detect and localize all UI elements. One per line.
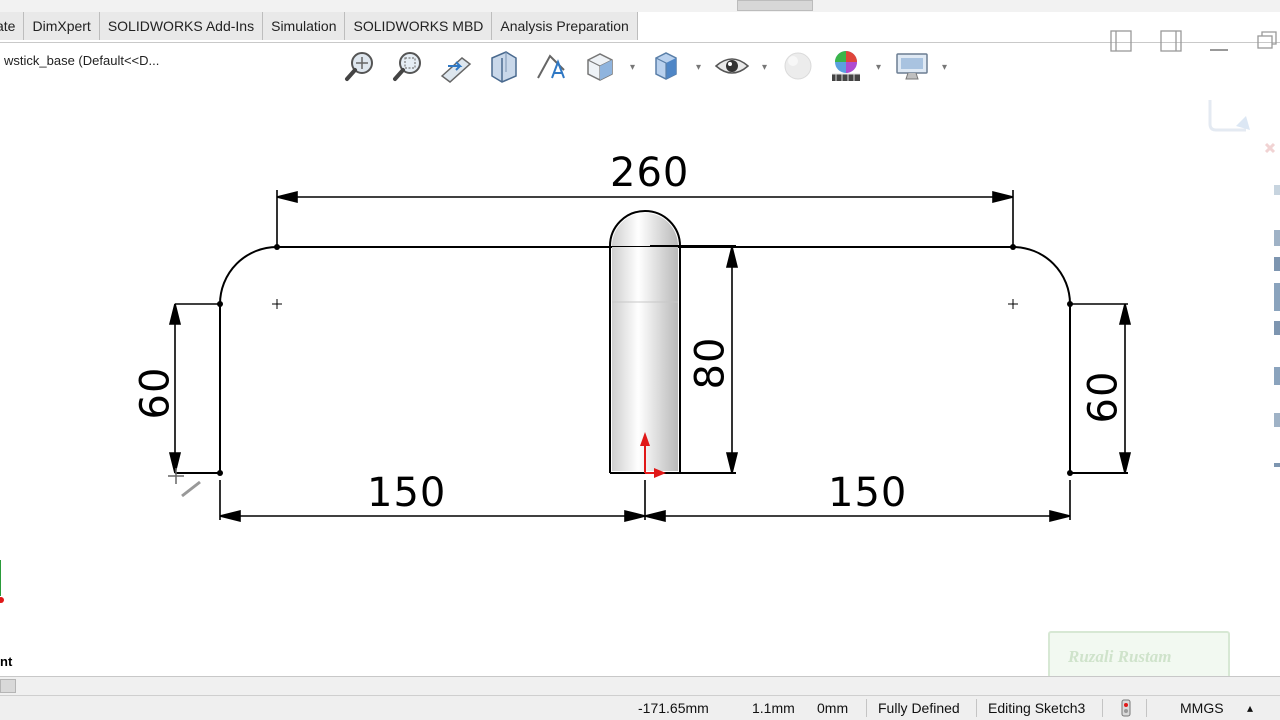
status-x-coordinate: -171.65mm [638,700,709,716]
view-orientation-icon[interactable] [582,48,618,84]
tab-simulation[interactable]: Simulation [263,12,346,40]
watermark-text: Ruzali Rustam [1068,647,1172,666]
dimension-left-height[interactable]: 60 [132,367,178,420]
section-view-icon[interactable] [486,48,522,84]
dimension-overall-width[interactable]: 260 [610,150,689,196]
view-settings-icon[interactable] [894,48,930,84]
restore-icon[interactable] [1252,28,1278,54]
dimension-right-width[interactable]: 150 [828,470,907,516]
status-editing-sketch: Editing Sketch3 [988,700,1086,716]
scrollbar-thumb[interactable] [0,679,16,693]
status-separator [1102,699,1103,717]
zoom-to-area-icon[interactable] [390,48,426,84]
status-units[interactable]: MMGS [1180,700,1224,716]
status-separator [866,699,867,717]
display-style-icon[interactable] [648,48,684,84]
title-strip [0,0,1280,12]
status-sketch-state: Fully Defined [878,700,960,716]
dynamic-annotation-icon[interactable] [534,48,570,84]
tab-solidworks-mbd[interactable]: SOLIDWORKS MBD [345,12,493,40]
tab-dimxpert[interactable]: DimXpert [24,12,100,40]
dimension-right-height[interactable]: 60 [1080,371,1126,424]
status-separator [976,699,977,717]
rebuild-status-icon[interactable] [1119,699,1133,717]
hide-show-caret-icon[interactable]: ▾ [762,62,767,73]
tab-analysis-preparation[interactable]: Analysis Preparation [492,12,638,40]
view-orientation-caret-icon[interactable]: ▾ [630,62,635,73]
document-title: wstick_base (Default<<D... [4,53,160,68]
units-caret-icon[interactable]: ▴ [1247,701,1253,715]
tile-right-icon[interactable] [1158,28,1184,54]
display-style-caret-icon[interactable]: ▾ [696,62,701,73]
status-z-coordinate: 0mm [817,700,849,716]
tab-evaluate[interactable]: ate [0,12,25,40]
tab-solidworks-addins[interactable]: SOLIDWORKS Add-Ins [99,12,264,40]
status-separator [1146,699,1147,717]
apply-scene-icon[interactable] [828,48,864,84]
edit-appearance-icon[interactable] [780,48,816,84]
hide-show-icon[interactable] [714,48,750,84]
status-bar: -171.65mm 1.1mm 0mm Fully Defined Editin… [0,695,1280,720]
zoom-to-fit-icon[interactable] [342,48,378,84]
watermark: Ruzali Rustam [1048,631,1230,679]
view-settings-caret-icon[interactable]: ▾ [942,62,947,73]
command-manager-tabbar: ate DimXpert SOLIDWORKS Add-Ins Simulati… [0,0,1280,43]
previous-view-icon[interactable] [438,48,474,84]
tile-left-icon[interactable] [1108,28,1134,54]
apply-scene-caret-icon[interactable]: ▾ [876,62,881,73]
minimize-icon[interactable] [1206,28,1232,54]
top-selection-box [737,0,813,11]
left-panel-fragment: nt [0,654,13,669]
horizontal-scrollbar[interactable] [0,676,1280,695]
graphics-area[interactable]: 260 60 60 80 150 150 [0,90,1280,676]
dimension-boss-height[interactable]: 80 [687,337,733,390]
status-y-coordinate: 1.1mm [752,700,795,716]
solidworks-window: ate DimXpert SOLIDWORKS Add-Ins Simulati… [0,0,1280,720]
dimension-left-width[interactable]: 150 [367,470,446,516]
triad-fragment-icon [0,560,4,603]
